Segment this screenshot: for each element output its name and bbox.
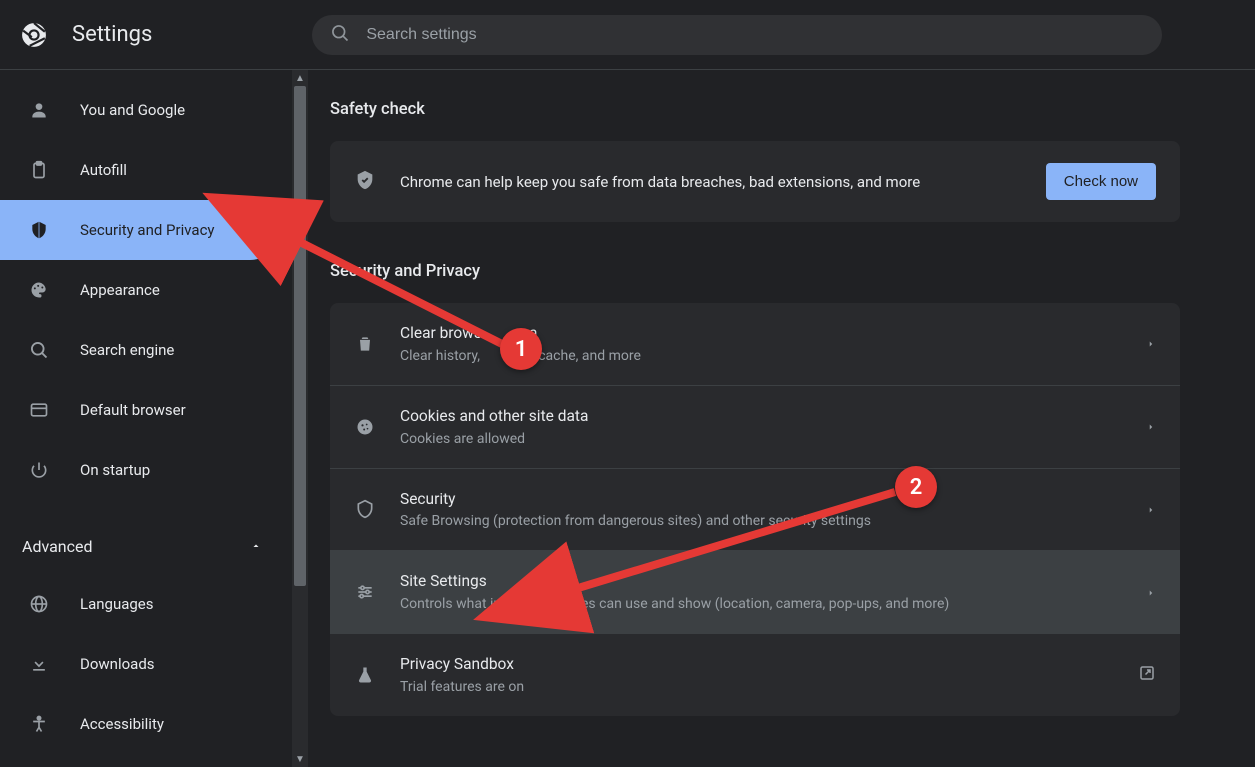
sidebar-item-security-and-privacy[interactable]: Security and Privacy [0, 200, 280, 260]
palette-icon [28, 279, 50, 301]
shield-icon [28, 219, 50, 241]
trash-icon [354, 333, 376, 355]
sidebar-item-label: Autofill [80, 161, 127, 179]
search-icon [28, 339, 50, 361]
scrollbar-thumb[interactable] [294, 86, 306, 586]
chevron-right-icon [1146, 500, 1156, 519]
clipboard-icon [28, 159, 50, 181]
sidebar-scrollbar[interactable]: ▲ ▼ [292, 70, 308, 767]
check-now-button[interactable]: Check now [1046, 163, 1156, 200]
chevron-right-icon [1146, 334, 1156, 353]
sidebar-item-accessibility[interactable]: Accessibility [0, 694, 290, 754]
search-input[interactable] [366, 26, 1144, 44]
power-icon [28, 459, 50, 481]
sidebar-item-appearance[interactable]: Appearance [0, 260, 290, 320]
sidebar-item-downloads[interactable]: Downloads [0, 634, 290, 694]
globe-icon [28, 593, 50, 615]
chrome-logo-icon [20, 21, 48, 49]
row-clear-browsing-data[interactable]: Clear browsing data Clear history, cooki… [330, 303, 1180, 385]
row-title: Cookies and other site data [400, 404, 1146, 429]
row-site-settings[interactable]: Site Settings Controls what information … [330, 550, 1180, 633]
sidebar-item-languages[interactable]: Languages [0, 574, 290, 634]
accessibility-icon [28, 713, 50, 735]
sidebar: You and Google Autofill Security and Pri… [0, 70, 290, 767]
row-subtitle: Trial features are on [400, 677, 1138, 698]
chevron-right-icon [1146, 583, 1156, 602]
flask-icon [354, 664, 376, 686]
row-title: Site Settings [400, 569, 1146, 594]
safety-check-heading: Safety check [330, 100, 1255, 119]
sidebar-item-label: Security and Privacy [80, 221, 215, 239]
chevron-up-icon [250, 537, 262, 556]
sidebar-item-you-and-google[interactable]: You and Google [0, 80, 290, 140]
row-title: Privacy Sandbox [400, 652, 1138, 677]
sidebar-item-autofill[interactable]: Autofill [0, 140, 290, 200]
safety-check-card: Chrome can help keep you safe from data … [330, 141, 1180, 222]
advanced-label: Advanced [22, 537, 93, 556]
sidebar-item-label: Languages [80, 595, 154, 613]
annotation-marker-2: 2 [895, 466, 937, 508]
row-title: Security [400, 487, 1146, 512]
page-title: Settings [72, 22, 152, 47]
sidebar-item-label: Search engine [80, 341, 174, 359]
sidebar-item-default-browser[interactable]: Default browser [0, 380, 290, 440]
cookie-icon [354, 416, 376, 438]
tune-icon [354, 581, 376, 603]
row-privacy-sandbox[interactable]: Privacy Sandbox Trial features are on [330, 633, 1180, 716]
sidebar-advanced-toggle[interactable]: Advanced [0, 518, 290, 574]
annotation-marker-1: 1 [500, 328, 542, 370]
download-icon [28, 653, 50, 675]
security-privacy-heading: Security and Privacy [330, 262, 1255, 281]
sidebar-item-search-engine[interactable]: Search engine [0, 320, 290, 380]
header: Settings [0, 0, 1255, 70]
sidebar-item-label: On startup [80, 461, 150, 479]
sidebar-item-label: You and Google [80, 101, 185, 119]
sidebar-item-label: Default browser [80, 401, 186, 419]
external-link-icon [1138, 664, 1156, 686]
row-cookies[interactable]: Cookies and other site data Cookies are … [330, 385, 1180, 468]
sidebar-item-label: Appearance [80, 281, 160, 299]
browser-icon [28, 399, 50, 421]
shield-outline-icon [354, 498, 376, 520]
security-privacy-card: Clear browsing data Clear history, cooki… [330, 303, 1180, 716]
sidebar-item-label: Accessibility [80, 715, 164, 733]
scroll-down-icon[interactable]: ▼ [292, 751, 308, 767]
scroll-up-icon[interactable]: ▲ [292, 70, 308, 86]
row-security[interactable]: Security Safe Browsing (protection from … [330, 468, 1180, 551]
sidebar-item-on-startup[interactable]: On startup [0, 440, 290, 500]
search-container[interactable] [312, 15, 1162, 55]
row-subtitle: Controls what information sites can use … [400, 594, 1146, 615]
shield-check-icon [354, 169, 376, 195]
sidebar-item-label: Downloads [80, 655, 155, 673]
person-icon [28, 99, 50, 121]
row-subtitle: Safe Browsing (protection from dangerous… [400, 511, 1146, 532]
search-icon [330, 23, 350, 47]
row-subtitle: Cookies are allowed [400, 429, 1146, 450]
safety-check-text: Chrome can help keep you safe from data … [400, 173, 1046, 191]
main-content: Safety check Chrome can help keep you sa… [290, 70, 1255, 767]
chevron-right-icon [1146, 417, 1156, 436]
